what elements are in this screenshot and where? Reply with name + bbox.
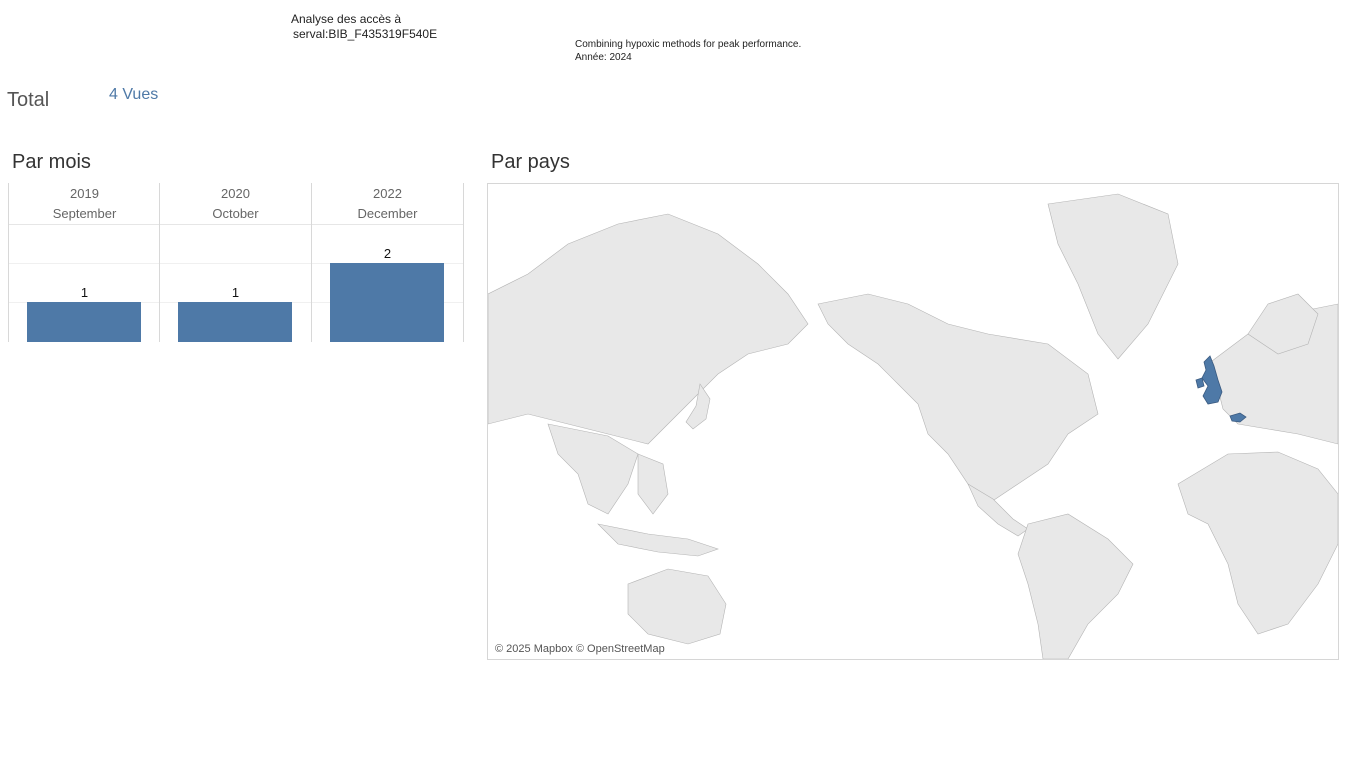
bar-year-label: 2019	[70, 186, 99, 201]
year-filter: Année: 2024	[575, 52, 632, 63]
report-subtitle: Combining hypoxic methods for peak perfo…	[575, 38, 801, 64]
world-map-canvas	[488, 193, 1338, 659]
bar-month-label: October	[212, 206, 259, 221]
bar-column: 2019 September 1	[8, 183, 160, 342]
country-map-title: Par pays	[491, 151, 570, 173]
total-label: Total	[7, 89, 50, 111]
report-title-line1: Analyse des accès à	[291, 12, 402, 26]
bar[interactable]	[178, 302, 292, 342]
map-land-indonesia	[597, 523, 719, 557]
map-land-africa	[1177, 451, 1338, 635]
bar[interactable]	[27, 302, 141, 342]
bar[interactable]	[330, 263, 444, 342]
map-land-australia	[627, 568, 727, 645]
report-title-line2: serval:BIB_F435319F540E	[293, 27, 438, 41]
map-land-south-america	[1017, 513, 1134, 659]
report-title: Analyse des accès à serval:BIB_F435319F5…	[291, 12, 437, 42]
map-attribution[interactable]: © 2025 Mapbox © OpenStreetMap	[495, 643, 665, 655]
world-map[interactable]: © 2025 Mapbox © OpenStreetMap	[487, 183, 1339, 660]
bar-column: 2020 October 1	[159, 183, 311, 342]
bar-month-label: September	[52, 206, 117, 221]
bar-month-label: December	[357, 206, 418, 221]
bar-value-label: 1	[80, 285, 89, 300]
publication-title: Combining hypoxic methods for peak perfo…	[575, 39, 802, 50]
map-land-north-america	[817, 293, 1099, 505]
bar-value-label: 1	[231, 285, 240, 300]
monthly-chart-title: Par mois	[12, 151, 91, 173]
map-land-greenland	[1047, 193, 1179, 360]
map-land-asia	[488, 213, 809, 445]
total-views-value: 4 Vues	[109, 86, 159, 103]
bar-year-label: 2020	[221, 186, 250, 201]
bar-value-label: 2	[383, 246, 392, 261]
bar-column: 2022 December 2	[311, 183, 464, 342]
monthly-bar-chart: 2019 September 1 2020 October 1 2022 Dec…	[8, 183, 464, 342]
bar-year-label: 2022	[373, 186, 402, 201]
map-land-indochina	[637, 453, 669, 515]
